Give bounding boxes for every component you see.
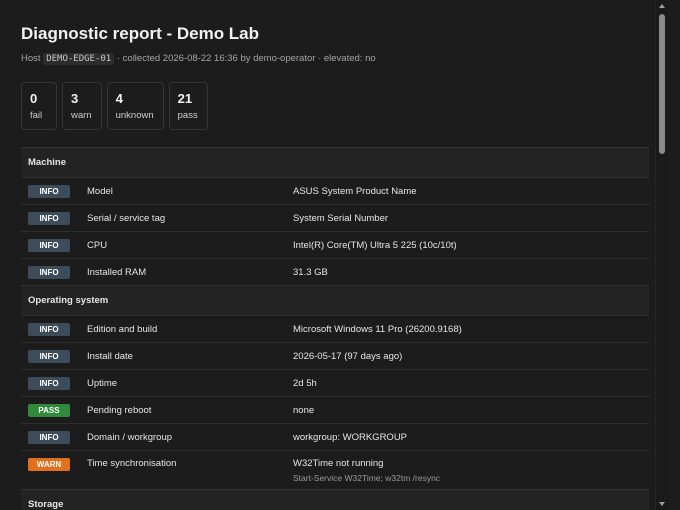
- status-cell: WARN: [21, 451, 87, 471]
- status-badge: INFO: [28, 265, 70, 279]
- check-value-cell: System Serial Number: [293, 213, 649, 224]
- report-subtitle: Host DEMO-EDGE-01 · collected 2026-08-22…: [21, 52, 648, 66]
- status-cell: INFO: [21, 430, 87, 444]
- check-row: INFO Installed RAM 31.3 GB: [21, 258, 649, 285]
- check-value-cell: Intel(R) Core(TM) Ultra 5 225 (10c/10t): [293, 240, 649, 251]
- summary-label: warn: [71, 110, 92, 121]
- status-badge: INFO: [28, 184, 70, 198]
- section-header: Operating system: [21, 285, 649, 315]
- vertical-scrollbar[interactable]: [655, 0, 668, 510]
- status-badge: INFO: [28, 238, 70, 252]
- collection-info: · collected 2026-08-22 16:36 by demo-ope…: [116, 53, 376, 64]
- check-value: 2026-05-17 (97 days ago): [293, 350, 403, 362]
- check-value: 31.3 GB: [293, 266, 328, 278]
- scroll-down-arrow-icon[interactable]: [659, 502, 665, 506]
- scroll-up-arrow-icon[interactable]: [659, 4, 665, 8]
- check-row: INFO Uptime 2d 5h: [21, 369, 649, 396]
- status-cell: INFO: [21, 265, 87, 279]
- check-value-cell: none: [293, 405, 649, 416]
- check-value-cell: 31.3 GB: [293, 267, 649, 278]
- section-header: Storage: [21, 489, 649, 510]
- check-label: Serial / service tag: [87, 212, 166, 224]
- check-row: INFO Edition and build Microsoft Windows 1…: [21, 315, 649, 342]
- summary-count: 21: [177, 91, 193, 106]
- summary-card-warn: 3 warn: [62, 82, 102, 130]
- check-label: Time synchronisation: [87, 458, 177, 469]
- summary-label: unknown: [115, 110, 154, 121]
- check-value-cell: Microsoft Windows 11 Pro (26200.9168): [293, 324, 649, 335]
- status-badge: PASS: [28, 403, 70, 417]
- report-content: Diagnostic report - Demo Lab Host DEMO-E…: [0, 0, 668, 510]
- status-cell: INFO: [21, 322, 87, 336]
- check-label: CPU: [87, 239, 108, 251]
- status-badge: INFO: [28, 349, 70, 363]
- status-cell: INFO: [21, 376, 87, 390]
- report-table: Machine INFO Model ASUS System Product Name…: [21, 147, 649, 510]
- summary-count: 4: [115, 91, 123, 106]
- check-value: System Serial Number: [293, 212, 389, 224]
- check-label: Model: [87, 185, 113, 197]
- page-title: Diagnostic report - Demo Lab: [21, 24, 260, 43]
- check-row: INFO Model ASUS System Product Name: [21, 177, 649, 204]
- section-header: Machine: [21, 147, 649, 177]
- check-value: none: [293, 404, 315, 416]
- check-row: INFO Serial / service tag System Serial Nu…: [21, 204, 649, 231]
- check-value: ASUS System Product Name: [293, 185, 417, 197]
- scrollbar-thumb[interactable]: [659, 14, 665, 154]
- check-value-cell: 2026-05-17 (97 days ago): [293, 351, 649, 362]
- status-cell: INFO: [21, 238, 87, 252]
- status-cell: INFO: [21, 184, 87, 198]
- check-row: INFO CPU Intel(R) Core(TM) Ultra 5 225 (10…: [21, 231, 649, 258]
- check-row: INFO Install date 2026-05-17 (97 days ago): [21, 342, 649, 369]
- summary-label: fail: [30, 110, 43, 121]
- check-value: workgroup: WORKGROUP: [293, 431, 408, 443]
- status-badge: INFO: [28, 211, 70, 225]
- check-value: Intel(R) Core(TM) Ultra 5 225 (10c/10t): [293, 239, 457, 251]
- summary-count: 3: [71, 91, 79, 106]
- summary-card-fail: 0 fail: [21, 82, 57, 130]
- check-label: Pending reboot: [87, 404, 152, 416]
- check-row: PASS Pending reboot none: [21, 396, 649, 423]
- status-cell: PASS: [21, 403, 87, 417]
- check-value-cell: 2d 5h: [293, 378, 649, 389]
- host-prefix: Host: [21, 53, 41, 64]
- summary-count: 0: [30, 91, 38, 106]
- host-name: DEMO-EDGE-01: [43, 53, 115, 65]
- status-badge: INFO: [28, 376, 70, 390]
- check-row: INFO Domain / workgroup workgroup: WORKGRO…: [21, 423, 649, 450]
- check-value: Microsoft Windows 11 Pro (26200.9168): [293, 323, 462, 335]
- check-label: Edition and build: [87, 323, 158, 335]
- check-label: Uptime: [87, 377, 118, 389]
- status-cell: INFO: [21, 349, 87, 363]
- status-badge: INFO: [28, 430, 70, 444]
- report-page: Diagnostic report - Demo Lab Host DEMO-E…: [0, 0, 668, 510]
- check-value-cell: ASUS System Product Name: [293, 186, 649, 197]
- check-value-cell: W32Time not running Start-Service W32Time…: [293, 451, 649, 483]
- status-badge: WARN: [28, 458, 70, 471]
- check-value: 2d 5h: [293, 377, 317, 389]
- check-label: Install date: [87, 350, 133, 362]
- summary-label: pass: [177, 110, 198, 121]
- status-badge: INFO: [28, 322, 70, 336]
- remediation-hint: Start-Service W32Time; w32tm /resync: [293, 473, 441, 483]
- status-cell: INFO: [21, 211, 87, 225]
- check-label: Domain / workgroup: [87, 431, 173, 443]
- summary-card-unknown: 4 unknown: [106, 82, 164, 130]
- summary-cards: 0 fail 3 warn 4 unknown 21 pass: [21, 82, 648, 130]
- check-label: Installed RAM: [87, 266, 147, 278]
- check-row: WARN Time synchronisation W32Time not runn…: [21, 450, 649, 489]
- check-value-cell: workgroup: WORKGROUP: [293, 432, 649, 443]
- summary-card-pass: 21 pass: [168, 82, 208, 130]
- check-value: W32Time not running: [293, 458, 384, 469]
